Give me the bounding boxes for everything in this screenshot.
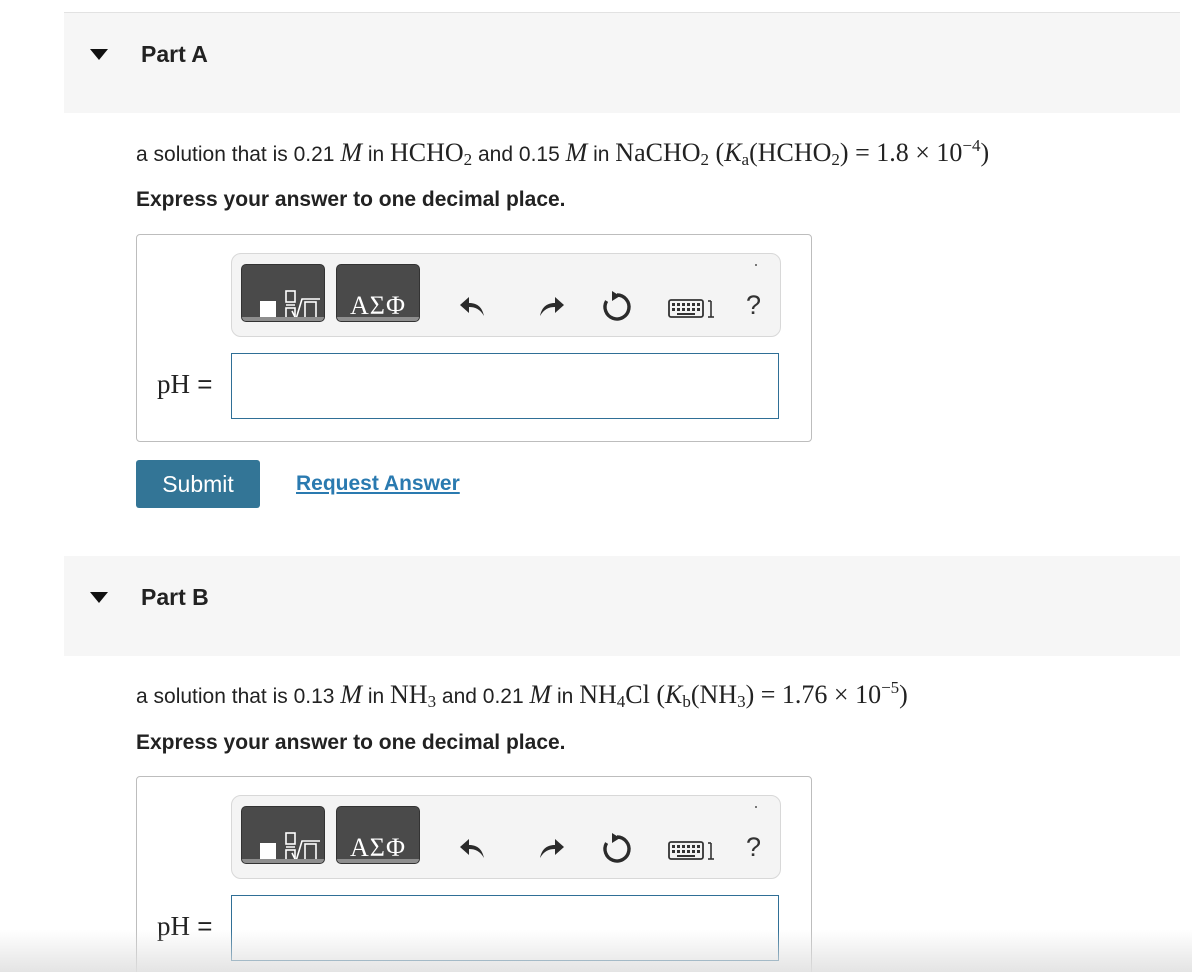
submit-button[interactable]: Submit bbox=[136, 460, 260, 508]
part-a-answer-box: ΑΣΦ ? pH = bbox=[136, 234, 812, 442]
reset-icon[interactable] bbox=[600, 832, 634, 866]
undo-icon[interactable] bbox=[458, 292, 488, 322]
toolbar-dot bbox=[755, 806, 757, 808]
button-underline bbox=[242, 859, 324, 863]
part-b-answer-box: ΑΣΦ ? pH = bbox=[136, 776, 812, 972]
part-b-question: a solution that is 0.13 M in NH3 and 0.2… bbox=[136, 678, 908, 711]
undo-icon[interactable] bbox=[458, 834, 488, 864]
button-underline bbox=[337, 317, 419, 321]
redo-icon[interactable] bbox=[536, 834, 566, 864]
greek-symbols-button[interactable]: ΑΣΦ bbox=[336, 806, 420, 864]
toolbar-dot bbox=[755, 264, 757, 266]
help-icon[interactable]: ? bbox=[746, 290, 761, 321]
part-b-instruction: Express your answer to one decimal place… bbox=[136, 731, 566, 754]
reset-icon[interactable] bbox=[600, 290, 634, 324]
greek-symbols-button[interactable]: ΑΣΦ bbox=[336, 264, 420, 322]
part-b-title: Part B bbox=[141, 584, 209, 610]
templates-button[interactable] bbox=[241, 806, 325, 864]
math-toolbar: ΑΣΦ ? bbox=[231, 795, 781, 879]
answer-label: pH = bbox=[157, 911, 213, 941]
redo-icon[interactable] bbox=[536, 292, 566, 322]
part-a-instruction: Express your answer to one decimal place… bbox=[136, 188, 566, 211]
ph-answer-input[interactable] bbox=[231, 353, 779, 419]
help-icon[interactable]: ? bbox=[746, 832, 761, 863]
collapse-toggle-icon[interactable] bbox=[90, 49, 108, 60]
part-a-question: a solution that is 0.21 M in HCHO2 and 0… bbox=[136, 136, 990, 169]
button-underline bbox=[242, 317, 324, 321]
ph-answer-input[interactable] bbox=[231, 895, 779, 961]
problem-page: Part A a solution that is 0.21 M in HCHO… bbox=[0, 0, 1192, 972]
keyboard-icon[interactable] bbox=[668, 840, 716, 862]
button-underline bbox=[337, 859, 419, 863]
collapse-toggle-icon[interactable] bbox=[90, 592, 108, 603]
keyboard-icon[interactable] bbox=[668, 298, 716, 320]
part-a-header[interactable]: Part A bbox=[64, 13, 1180, 113]
part-a-title: Part A bbox=[141, 41, 208, 67]
request-answer-link[interactable]: Request Answer bbox=[296, 472, 460, 496]
part-b-header[interactable]: Part B bbox=[64, 556, 1180, 656]
math-toolbar: ΑΣΦ ? bbox=[231, 253, 781, 337]
templates-button[interactable] bbox=[241, 264, 325, 322]
answer-label: pH = bbox=[157, 369, 213, 399]
